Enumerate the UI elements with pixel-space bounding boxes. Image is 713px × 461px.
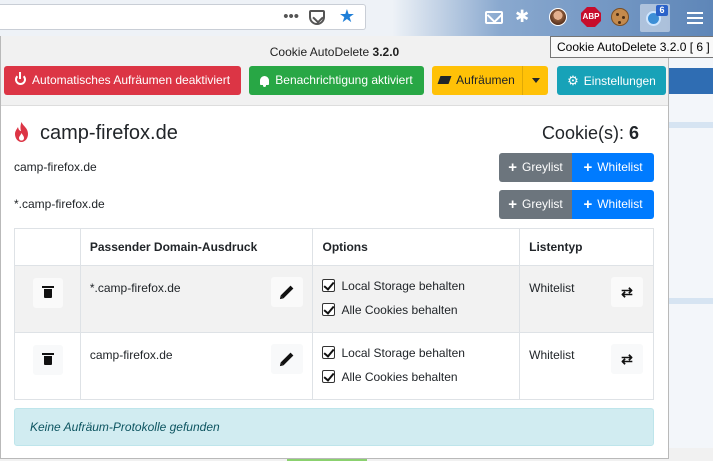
keep-all-cookies-checkbox[interactable]: Alle Cookies behalten: [322, 302, 458, 318]
cookie-count-badge: 6: [656, 5, 668, 16]
toggle-list-type-button[interactable]: ⇄: [611, 344, 643, 374]
cookie-count-value: 6: [628, 123, 639, 143]
list-type-label: Whitelist: [529, 348, 575, 362]
eraser-icon: [437, 76, 452, 84]
auto-clean-toggle-button[interactable]: Automatisches Aufräumen deaktiviert: [4, 66, 241, 95]
auto-clean-label: Automatisches Aufräumen deaktiviert: [31, 73, 231, 87]
checkbox-checked-icon: [322, 303, 336, 316]
notifications-label: Benachrichtigung aktiviert: [275, 73, 413, 87]
list-row: camp-firefox.de + Greylist + Whitelist: [14, 153, 654, 182]
extension-tooltip: Cookie AutoDelete 3.2.0 [ 6 ]: [550, 36, 713, 58]
extension-puzzle-icon[interactable]: ✱: [515, 8, 533, 26]
expression-text: *.camp-firefox.de: [89, 281, 181, 295]
exchange-icon: ⇄: [621, 351, 633, 367]
browser-toolbar: ••• ★ ✱ ABP 6: [0, 0, 713, 36]
column-header-actions: [14, 228, 81, 266]
bell-icon: [260, 76, 270, 87]
edit-expression-button[interactable]: [271, 277, 304, 307]
list-row-domain: camp-firefox.de: [14, 160, 97, 174]
exchange-icon: ⇄: [621, 284, 633, 300]
app-version: 3.2.0: [372, 45, 400, 59]
keep-local-storage-checkbox[interactable]: Local Storage behalten: [322, 278, 465, 294]
cleanup-log-alert: Keine Aufräum-Protokolle gefunden: [14, 408, 654, 446]
column-header-list-type: Listentyp: [519, 228, 654, 266]
background-page: [669, 36, 713, 461]
domain-title: camp-firefox.de: [40, 122, 178, 144]
add-greylist-button[interactable]: + Greylist: [499, 153, 572, 182]
page-actions-menu-icon[interactable]: •••: [283, 8, 299, 25]
fire-icon: [15, 122, 28, 142]
hamburger-menu-icon[interactable]: [687, 12, 703, 24]
list-row-domain: *.camp-firefox.de: [14, 197, 105, 211]
trash-icon: [42, 286, 54, 298]
clean-label: Aufräumen: [456, 73, 515, 87]
edit-expression-button[interactable]: [271, 344, 304, 374]
checkbox-checked-icon: [322, 279, 336, 292]
avatar-extension-icon[interactable]: [549, 8, 567, 26]
cookie-icon[interactable]: [611, 8, 629, 26]
pencil-icon: [281, 352, 294, 366]
adblock-plus-icon[interactable]: ABP: [581, 7, 601, 27]
delete-expression-button[interactable]: [33, 278, 63, 308]
power-icon: [14, 72, 26, 85]
delete-expression-button[interactable]: [33, 345, 63, 375]
column-header-options: Options: [312, 228, 521, 266]
toggle-list-type-button[interactable]: ⇄: [611, 277, 643, 307]
gear-icon: ⚙: [567, 73, 579, 88]
checkbox-checked-icon: [322, 346, 336, 359]
domain-header: camp-firefox.de Cookie(s): 6: [14, 120, 659, 146]
checkbox-checked-icon: [322, 370, 336, 383]
app-name: Cookie AutoDelete: [269, 45, 370, 59]
pencil-icon: [281, 285, 294, 299]
expression-text: camp-firefox.de: [89, 348, 173, 362]
expressions-table: Passender Domain-Ausdruck Options Listen…: [14, 228, 654, 400]
keep-local-storage-checkbox[interactable]: Local Storage behalten: [322, 345, 465, 361]
settings-button[interactable]: ⚙ Einstellungen: [557, 66, 666, 95]
settings-label: Einstellungen: [583, 74, 656, 88]
table-row: camp-firefox.de Local Storage behalten A…: [14, 332, 654, 400]
add-greylist-button[interactable]: + Greylist: [499, 190, 572, 219]
add-whitelist-button[interactable]: + Whitelist: [572, 153, 654, 182]
add-whitelist-button[interactable]: + Whitelist: [572, 190, 654, 219]
column-header-expression: Passender Domain-Ausdruck: [79, 228, 314, 266]
url-bar[interactable]: ••• ★: [0, 4, 366, 30]
cookie-autodelete-extension-button[interactable]: 6: [640, 4, 670, 32]
list-type-label: Whitelist: [529, 281, 575, 295]
notifications-toggle-button[interactable]: Benachrichtigung aktiviert: [249, 66, 424, 95]
pocket-icon[interactable]: [309, 10, 325, 25]
table-row: *.camp-firefox.de Local Storage behalten…: [14, 265, 654, 333]
clean-dropdown-toggle[interactable]: [522, 66, 548, 95]
clean-button[interactable]: Aufräumen: [432, 66, 548, 95]
mail-icon[interactable]: [485, 11, 503, 24]
cookie-count-label: Cookie(s):: [541, 123, 624, 143]
cookie-count: Cookie(s): 6: [542, 120, 639, 146]
keep-all-cookies-checkbox[interactable]: Alle Cookies behalten: [322, 369, 458, 385]
list-row: *.camp-firefox.de + Greylist + Whitelist: [14, 190, 654, 219]
bookmark-star-icon[interactable]: ★: [339, 6, 355, 27]
trash-icon: [42, 353, 54, 365]
